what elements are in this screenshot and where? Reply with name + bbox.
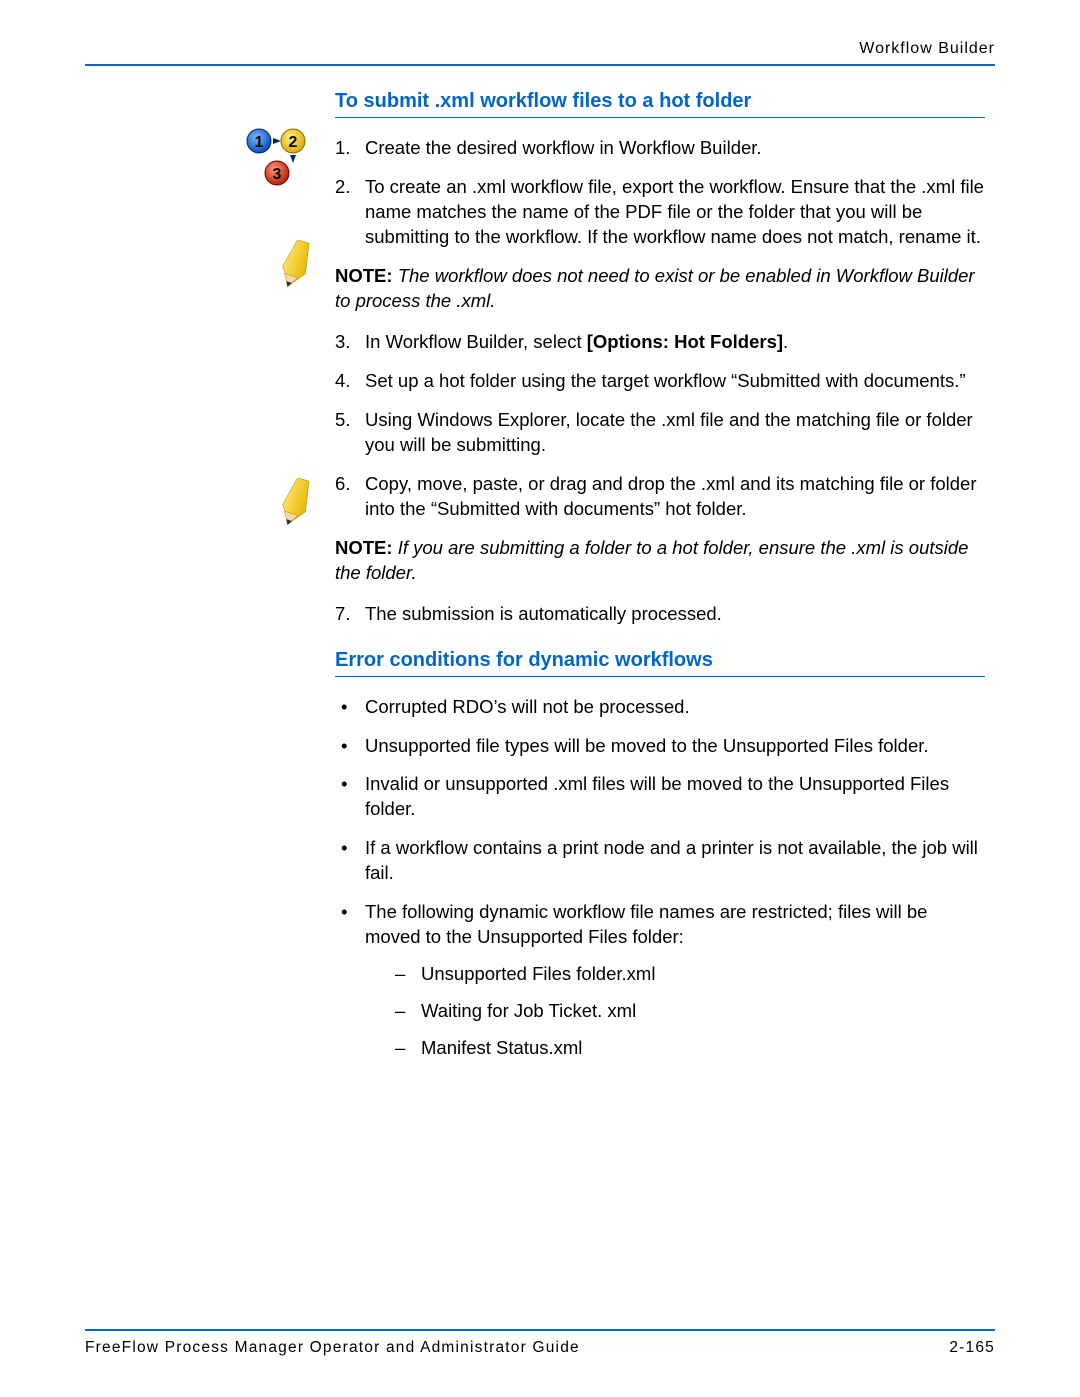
steps-list: Create the desired workflow in Workflow … bbox=[335, 136, 985, 250]
bullet-item: If a workflow contains a print node and … bbox=[335, 836, 985, 886]
note-label: NOTE: bbox=[335, 265, 393, 286]
bullet-text: The following dynamic workflow file name… bbox=[365, 901, 927, 947]
bullet-item: Invalid or unsupported .xml files will b… bbox=[335, 772, 985, 822]
footer-divider bbox=[85, 1329, 995, 1331]
numbered-steps-icon: 1 2 3 bbox=[245, 127, 309, 187]
bullet-item: Unsupported file types will be moved to … bbox=[335, 734, 985, 759]
step-item: The submission is automatically processe… bbox=[335, 602, 985, 627]
steps-list: In Workflow Builder, select [Options: Ho… bbox=[335, 330, 985, 522]
note-label: NOTE: bbox=[335, 537, 393, 558]
step-item: Create the desired workflow in Workflow … bbox=[335, 136, 985, 161]
svg-text:3: 3 bbox=[273, 166, 282, 183]
dash-item: Waiting for Job Ticket. xml bbox=[395, 999, 985, 1024]
note-text: If you are submitting a folder to a hot … bbox=[335, 537, 968, 583]
step-item: To create an .xml workflow file, export … bbox=[335, 175, 985, 250]
bullet-list: Corrupted RDO’s will not be processed. U… bbox=[335, 695, 985, 1062]
step-item: Using Windows Explorer, locate the .xml … bbox=[335, 408, 985, 458]
header-divider bbox=[85, 64, 995, 66]
steps-list: The submission is automatically processe… bbox=[335, 602, 985, 627]
note-block: NOTE: If you are submitting a folder to … bbox=[305, 536, 985, 586]
section-heading-errors: Error conditions for dynamic workflows bbox=[335, 649, 985, 677]
dash-item: Manifest Status.xml bbox=[395, 1036, 985, 1061]
dash-list: Unsupported Files folder.xml Waiting for… bbox=[365, 962, 985, 1061]
page-footer: FreeFlow Process Manager Operator and Ad… bbox=[85, 1329, 995, 1357]
page-header-label: Workflow Builder bbox=[85, 40, 995, 58]
note-pencil-icon bbox=[278, 478, 312, 531]
note-text: The workflow does not need to exist or b… bbox=[335, 265, 975, 311]
bullet-item: The following dynamic workflow file name… bbox=[335, 900, 985, 1061]
footer-title: FreeFlow Process Manager Operator and Ad… bbox=[85, 1339, 580, 1357]
step-suffix: . bbox=[783, 331, 788, 352]
step-item: In Workflow Builder, select [Options: Ho… bbox=[335, 330, 985, 355]
step-item: Copy, move, paste, or drag and drop the … bbox=[335, 472, 985, 522]
page-number: 2-165 bbox=[949, 1339, 995, 1357]
step-item: Set up a hot folder using the target wor… bbox=[335, 369, 985, 394]
step-text: In Workflow Builder, select bbox=[365, 331, 587, 352]
note-pencil-icon bbox=[278, 240, 312, 293]
step-bold: [Options: Hot Folders] bbox=[587, 331, 783, 352]
note-block: NOTE: The workflow does not need to exis… bbox=[305, 264, 985, 314]
section-heading-submit: To submit .xml workflow files to a hot f… bbox=[335, 90, 985, 118]
bullet-item: Corrupted RDO’s will not be processed. bbox=[335, 695, 985, 720]
dash-item: Unsupported Files folder.xml bbox=[395, 962, 985, 987]
svg-text:1: 1 bbox=[255, 134, 264, 151]
svg-text:2: 2 bbox=[289, 134, 298, 151]
